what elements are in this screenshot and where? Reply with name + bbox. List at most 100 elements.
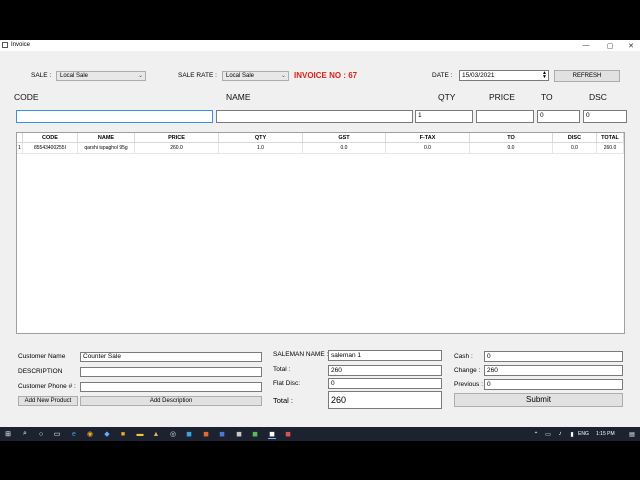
qty-label: QTY [438, 92, 456, 102]
submit-button[interactable]: Submit [454, 393, 623, 407]
saleman-label: SALEMAN NAME : [273, 351, 329, 358]
description-input[interactable] [80, 367, 262, 377]
dsc-input[interactable]: 0 [583, 110, 627, 123]
cortana-icon[interactable]: ○ [37, 430, 45, 438]
search-icon[interactable]: ⌕ [21, 430, 29, 438]
col-header-gst[interactable]: GST [303, 133, 386, 143]
sale-rate-select[interactable]: Local Sale ⌄ [222, 71, 289, 81]
app-icon-9[interactable]: ◼ [202, 430, 210, 438]
flat-disc-input[interactable]: 0 [328, 378, 442, 389]
refresh-button[interactable]: REFRESH [554, 70, 620, 82]
chevron-down-icon: ⌄ [280, 73, 286, 79]
volume-icon[interactable]: ♪ [556, 430, 564, 438]
customer-name-label: Customer Name [18, 353, 66, 360]
invoice-number: INVOICE NO : 67 [294, 71, 358, 80]
battery-icon[interactable]: ▮ [568, 430, 576, 438]
windows-start-icon[interactable]: ⊞ [4, 430, 12, 438]
total-input[interactable]: 260 [328, 365, 442, 376]
code-label: CODE [14, 92, 39, 102]
col-header-qty[interactable]: QTY [219, 133, 303, 143]
add-description-button[interactable]: Add Description [80, 396, 262, 406]
grand-total-label: Total : [273, 396, 294, 405]
network-icon[interactable]: ▭ [544, 430, 552, 438]
add-new-product-button[interactable]: Add New Product [18, 396, 78, 406]
saleman-input[interactable]: saleman 1 [328, 350, 442, 361]
app-icon-10[interactable]: ◼ [218, 430, 226, 438]
price-input[interactable] [476, 110, 534, 123]
previous-label: Previous : [454, 381, 483, 388]
clock[interactable]: 1:15 PM [596, 431, 615, 437]
name-label: NAME [226, 92, 251, 102]
col-header-total[interactable]: TOTAL [597, 133, 624, 143]
col-header-to[interactable]: TO [470, 133, 553, 143]
to-input[interactable]: 0 [537, 110, 580, 123]
cell-name[interactable]: qarshi ispaghol 95g [78, 143, 135, 154]
col-header-price[interactable]: PRICE [135, 133, 219, 143]
chrome-icon[interactable]: ◉ [86, 430, 94, 438]
spin-icon: ▲ ▼ [542, 70, 547, 80]
flat-disc-label: Flat Disc: [273, 380, 301, 387]
app-icon-11[interactable]: ◼ [235, 430, 243, 438]
notification-icon[interactable]: ▤ [628, 430, 636, 438]
app-icon-6[interactable]: ▲ [152, 430, 160, 438]
edge-icon[interactable]: e [70, 430, 78, 438]
col-header-ftax[interactable]: F-TAX [386, 133, 470, 143]
cell-code[interactable]: 85543400255I [23, 143, 78, 154]
invoice-window: Invoice — ▢ ✕ SALE : Local Sale ⌄ SALE R… [0, 40, 640, 427]
sale-select-value: Local Sale [60, 73, 89, 79]
date-field[interactable]: 15/03/2021 ▲ ▼ [459, 70, 549, 81]
sale-rate-select-value: Local Sale [226, 73, 255, 79]
chevron-down-icon: ⌄ [137, 73, 143, 79]
cell-qty[interactable]: 1.0 [219, 143, 303, 154]
window-title: Invoice [11, 42, 31, 48]
taskbar: ⊞ ⌕ ○ ▭ e ◉ ◆ ■ ▬ ▲ ◎ ◼ ◼ ◼ ◼ ◼ ◼ ◼ ⌃ ▭ … [0, 427, 640, 441]
qty-input[interactable]: 1 [415, 110, 473, 123]
cell-price[interactable]: 260.0 [135, 143, 219, 154]
items-table[interactable]: CODE NAME PRICE QTY GST F-TAX TO DISC TO… [16, 132, 625, 334]
cell-disc[interactable]: 0.0 [553, 143, 597, 154]
previous-input[interactable]: 0 [484, 379, 623, 390]
task-view-icon[interactable]: ▭ [53, 430, 61, 438]
grand-total-input[interactable]: 260 [328, 391, 442, 409]
maximize-button[interactable]: ▢ [601, 40, 619, 51]
change-label: Change : [454, 367, 481, 374]
cell-gst[interactable]: 0.0 [303, 143, 386, 154]
date-label: DATE : [432, 72, 453, 79]
change-input[interactable]: 260 [484, 365, 623, 376]
name-input[interactable] [216, 110, 413, 123]
sale-label: SALE : [31, 72, 52, 79]
app-icon-4[interactable]: ■ [119, 430, 127, 438]
to-label: TO [541, 92, 553, 102]
chevron-up-icon[interactable]: ⌃ [532, 430, 540, 438]
file-explorer-icon[interactable]: ▬ [136, 430, 144, 438]
app-icon-12[interactable]: ◼ [251, 430, 259, 438]
description-label: DESCRIPTION [18, 368, 63, 375]
app-icon-13[interactable]: ◼ [268, 430, 276, 439]
customer-phone-input[interactable] [80, 382, 262, 392]
customer-name-input[interactable]: Counter Sale [80, 352, 262, 362]
date-value: 15/03/2021 [462, 72, 495, 79]
cell-to[interactable]: 0.0 [470, 143, 553, 154]
code-input[interactable] [16, 110, 213, 123]
app-icon-14[interactable]: ◼ [284, 430, 292, 438]
dsc-label: DSC [589, 92, 607, 102]
language-indicator[interactable]: ENG [578, 431, 589, 437]
col-header-code[interactable]: CODE [23, 133, 78, 143]
close-button[interactable]: ✕ [622, 40, 640, 51]
cash-label: Cash : [454, 353, 473, 360]
price-label: PRICE [489, 92, 515, 102]
minimize-button[interactable]: — [577, 40, 595, 51]
app-icon-7[interactable]: ◎ [169, 430, 177, 438]
total-label: Total : [273, 366, 291, 373]
app-icon-8[interactable]: ◼ [185, 430, 193, 438]
cash-input[interactable]: 0 [484, 351, 623, 362]
cell-total[interactable]: 260.0 [597, 143, 624, 154]
col-header-disc[interactable]: DISC [553, 133, 597, 143]
col-header-name[interactable]: NAME [78, 133, 135, 143]
app-icon-3[interactable]: ◆ [103, 430, 111, 438]
title-bar: Invoice — ▢ ✕ [0, 40, 640, 51]
app-icon [2, 42, 8, 48]
sale-select[interactable]: Local Sale ⌄ [56, 71, 146, 81]
sale-rate-label: SALE RATE : [178, 72, 217, 79]
cell-ftax[interactable]: 0.0 [386, 143, 470, 154]
